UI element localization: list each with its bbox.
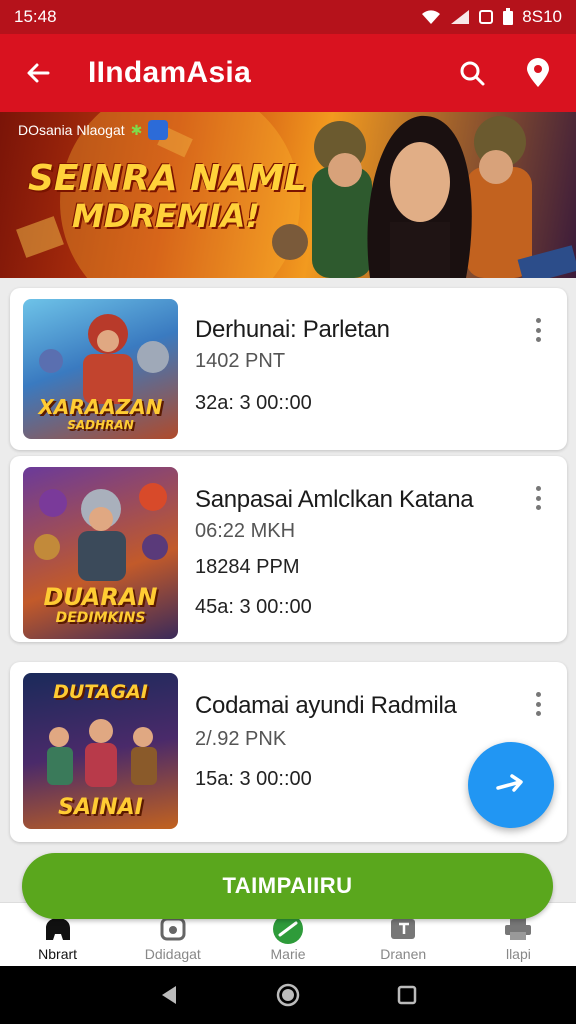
more-options-icon[interactable] [533,486,543,510]
status-right-text: 8S10 [522,7,562,26]
card-time: 32a: 3 00::00 [195,392,312,414]
thumbnail-caption: SAINAI [23,797,178,819]
status-bar: 15:48 8S10 [0,0,576,34]
nav-label: Dranen [380,946,427,962]
banner-headline-line2: MDREMIA! [72,196,261,235]
card-count: 18284 PPM [195,556,300,578]
banner-top-text: DOsania Nlaogat ✱ [18,120,169,140]
wifi-icon [422,10,441,24]
primary-cta-button[interactable]: TAIMPAIIRU [22,853,553,919]
card-subtitle: 06:22 MKH [195,520,296,542]
thumbnail-top-title: DUTAGAI [53,681,148,703]
card-subtitle: 2/.92 PNK [195,728,287,750]
banner-headline: SEINRA NAML MDREMIA! [28,158,307,235]
nav-label: llapi [505,946,531,962]
card-thumbnail: XARAAZAN SADHRAN [23,299,178,439]
banner-sponsor-label: DOsania Nlaogat [18,122,125,138]
app-bar: IIndamAsia [0,34,576,112]
card-title: Codamai ayundi Radmila [195,692,457,719]
thumbnail-title: XARAAZAN [38,395,163,419]
status-icons: 8S10 [420,7,562,27]
notification-icon [479,10,494,24]
battery-icon [503,8,514,25]
nav-label: Nbrart [38,946,78,962]
more-options-icon[interactable] [533,692,543,716]
thumbnail-caption: DUARAN DEDIMKINS [23,585,178,625]
back-arrow-icon [27,63,50,83]
thumbnail-caption: XARAAZAN SADHRAN [23,397,178,431]
more-options-icon[interactable] [533,318,543,342]
card-title: Derhunai: Parletan [195,316,390,343]
promo-banner[interactable]: DOsania Nlaogat ✱ SEINRA NAML MDREMIA! [0,112,576,278]
sparkle-icon: ✱ [130,121,143,138]
system-back-icon[interactable] [159,984,179,1006]
banner-headline-line1: SEINRA NAML [28,158,307,199]
partner-badge-icon [148,120,169,140]
card-title: Sanpasai Amlclkan Katana [195,486,474,513]
system-nav-bar [0,966,576,1024]
system-home-icon[interactable] [276,983,300,1007]
signal-icon [451,10,470,24]
system-recents-icon[interactable] [397,985,417,1005]
list-item[interactable]: XARAAZAN SADHRAN Derhunai: Parletan 1402… [10,288,567,450]
nav-label: Ddidagat [144,946,201,962]
card-thumbnail: DUARAN DEDIMKINS [23,467,178,639]
status-time: 15:48 [14,7,57,26]
ticket-icon [391,919,416,939]
app-title: IIndamAsia [88,56,252,89]
search-button[interactable] [450,51,494,95]
thumbnail-subtitle: SADHRAN [67,418,134,432]
card-subtitle: 1402 PNT [195,350,286,372]
location-pin-icon [527,58,549,87]
card-thumbnail: DUTAGAI SAINAI [23,673,178,829]
nav-label: Marie [270,946,306,962]
card-time: 15a: 3 00::00 [195,768,312,790]
back-button[interactable] [16,51,60,95]
location-button[interactable] [516,51,560,95]
thumbnail-title: DUARAN [43,583,158,611]
home-icon [45,918,70,940]
printer-icon [505,918,532,940]
search-icon [460,61,485,86]
thumbnail-title: SAINAI [58,795,143,820]
thumbnail-subtitle: DEDIMKINS [55,610,146,626]
share-fab[interactable] [468,742,554,828]
send-arrow-icon [496,774,523,792]
list-item[interactable]: DUARAN DEDIMKINS Sanpasai Amlclkan Katan… [10,456,567,642]
gamepad-icon [160,917,186,941]
card-time: 45a: 3 00::00 [195,596,312,618]
